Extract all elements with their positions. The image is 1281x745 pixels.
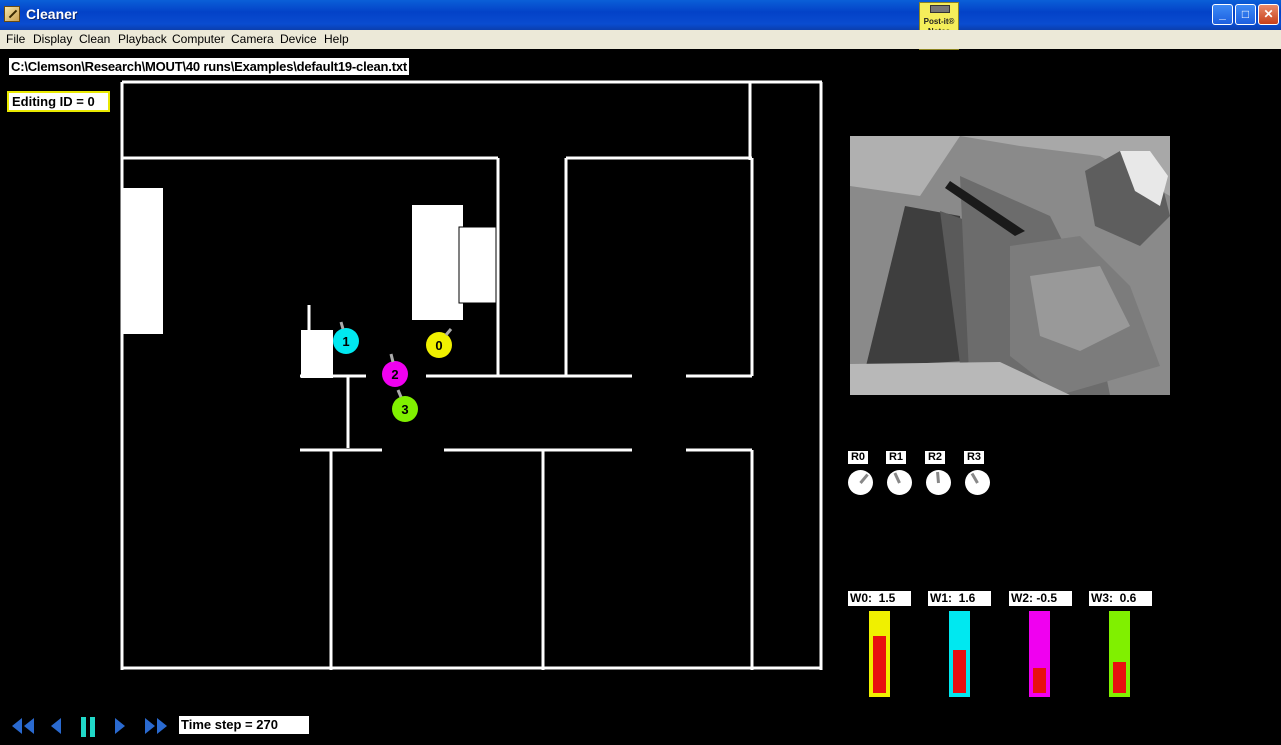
camera-image [850,136,1170,395]
robot-1[interactable]: 1 [333,321,359,354]
radio-r1-label: R1 [886,451,906,464]
weight-w1-fill [953,650,966,693]
menu-device[interactable]: Device [280,32,317,46]
weight-w2-fill [1033,668,1046,693]
menu-camera[interactable]: Camera [231,32,274,46]
menu-computer[interactable]: Computer [172,32,225,46]
editing-id-label: Editing ID = 0 [7,91,110,112]
weight-w1-label: W1: 1.6 [928,591,991,606]
menu-file[interactable]: File [6,32,25,46]
weight-w0-label: W0: 1.5 [848,591,911,606]
maximize-button[interactable]: □ [1235,4,1256,25]
radio-r0-knob[interactable] [848,470,873,495]
rewind-icon[interactable] [10,716,36,736]
postit-label-line1: Post-it® [923,17,955,26]
pause-icon[interactable] [79,716,97,738]
radio-r2-label: R2 [925,451,945,464]
weight-w3-label: W3: 0.6 [1089,591,1152,606]
radio-r0-needle [859,473,869,484]
weight-w0-bar [869,611,890,697]
step-back-icon[interactable] [48,716,64,736]
robot-3-label: 3 [401,402,408,417]
close-button[interactable]: ✕ [1258,4,1279,25]
radio-r0-label: R0 [848,451,868,464]
weight-w2-label: W2: -0.5 [1009,591,1072,606]
minimize-button[interactable]: _ [1212,4,1233,25]
camera-view [850,136,1170,395]
robot-2-label: 2 [391,367,398,382]
robot-2[interactable]: 2 [382,353,408,387]
weight-w3-fill [1113,662,1126,693]
radio-r1-needle [893,472,901,484]
robot-3[interactable]: 3 [392,389,418,422]
weight-w1-bar [949,611,970,697]
radio-r3-label: R3 [964,451,984,464]
title-bar: Cleaner _ □ ✕ [0,0,1281,30]
menu-clean[interactable]: Clean [79,32,110,46]
menu-bar: File Display Clean Playback Computer Cam… [0,30,1281,49]
file-path-label: C:\Clemson\Research\MOUT\40 runs\Example… [9,58,409,75]
menu-playback[interactable]: Playback [118,32,167,46]
radio-r2-knob[interactable] [926,470,951,495]
floor-map[interactable]: 0 1 2 3 [0,50,840,690]
app-icon [4,6,20,22]
radio-r3-knob[interactable] [965,470,990,495]
robot-0[interactable]: 0 [426,328,453,358]
robot-0-label: 0 [435,338,442,353]
radio-r1-knob[interactable] [887,470,912,495]
weight-w3-bar [1109,611,1130,697]
time-step-label: Time step = 270 [179,716,309,734]
menu-help[interactable]: Help [324,32,349,46]
fast-forward-icon[interactable] [143,716,169,736]
step-forward-icon[interactable] [112,716,128,736]
map-walls [120,80,823,670]
weight-w0-fill [873,636,886,693]
weight-w2-bar [1029,611,1050,697]
menu-display[interactable]: Display [33,32,72,46]
radio-r2-needle [936,471,940,484]
robot-1-label: 1 [342,334,349,349]
window-title: Cleaner [26,6,78,22]
radio-r3-needle [970,472,979,484]
